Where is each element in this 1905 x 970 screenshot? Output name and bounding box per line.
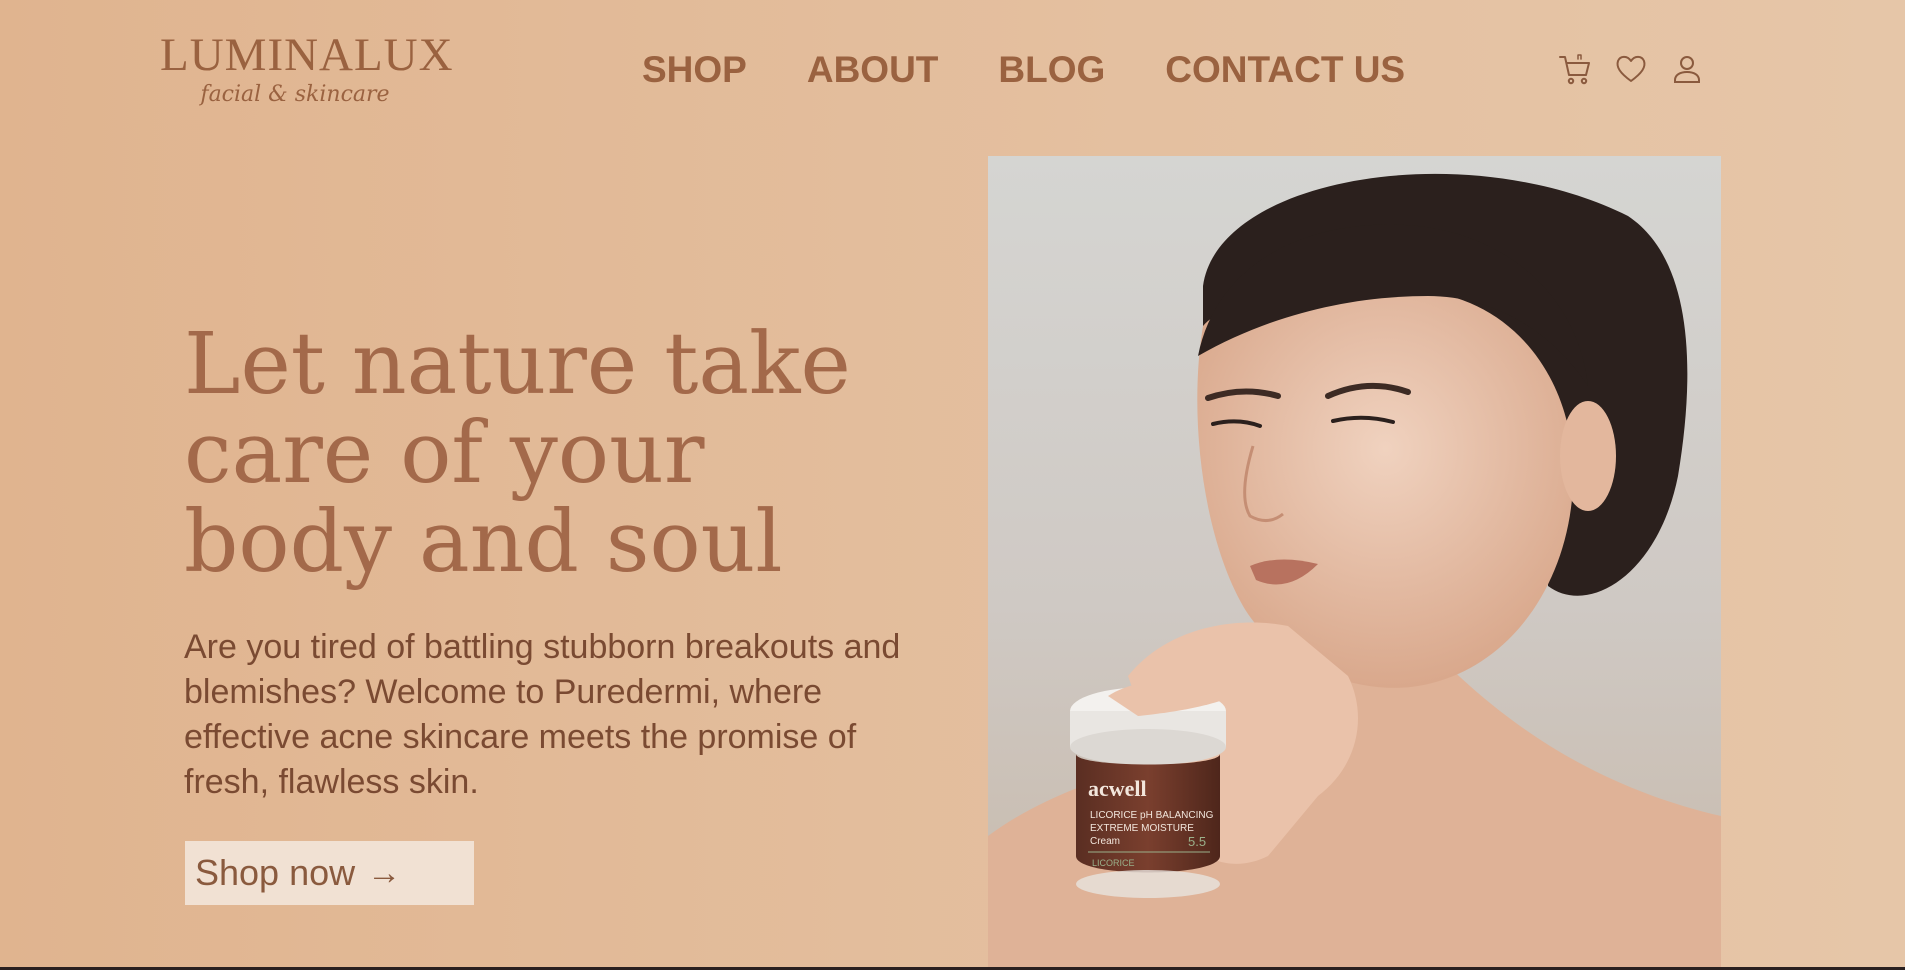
jar-band: LICORICE — [1092, 858, 1135, 868]
hero-headline: Let nature take care of your body and so… — [184, 320, 944, 587]
header-icons — [1558, 52, 1704, 86]
user-icon[interactable] — [1670, 52, 1704, 86]
hero-description: Are you tired of battling stubborn break… — [184, 628, 901, 801]
jar-line-1: LICORICE pH BALANCING — [1090, 810, 1214, 821]
brand-name: LUMINALUX — [160, 29, 454, 81]
site-logo[interactable]: LUMINALUX facial & skincare — [160, 29, 454, 107]
jar-ph: 5.5 — [1188, 834, 1206, 849]
hero-headline-line-1: Let nature take — [184, 315, 851, 414]
jar-line-3: Cream — [1090, 836, 1120, 847]
nav-link-shop[interactable]: SHOP — [642, 48, 747, 92]
brand-tagline: facial & skincare — [200, 82, 390, 107]
hero-headline-line-2: care of your — [184, 404, 705, 503]
cart-icon[interactable] — [1558, 52, 1592, 86]
main-nav: SHOP ABOUT BLOG CONTACT US — [642, 48, 1405, 92]
nav-link-contact[interactable]: CONTACT US — [1165, 48, 1405, 92]
nav-link-about[interactable]: ABOUT — [807, 48, 939, 92]
hero-headline-line-3: body and soul — [184, 493, 783, 592]
shop-now-button[interactable]: Shop now → — [185, 841, 474, 905]
jar-brand: acwell — [1088, 776, 1147, 801]
heart-icon[interactable] — [1614, 52, 1648, 86]
hero-image: acwell LICORICE pH BALANCING EXTREME MOI… — [988, 156, 1721, 970]
jar-line-2: EXTREME MOISTURE — [1090, 823, 1194, 834]
nav-link-blog[interactable]: BLOG — [998, 48, 1105, 92]
arrow-right-icon: → — [367, 853, 402, 892]
shop-now-label: Shop now — [195, 852, 356, 893]
